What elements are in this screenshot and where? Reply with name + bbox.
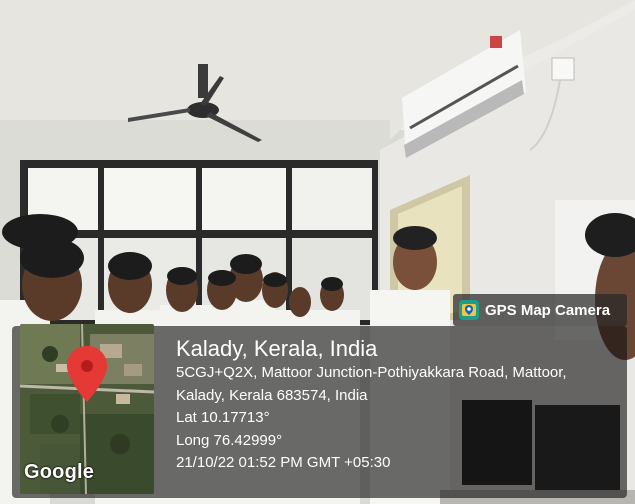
address-line-1: 5CGJ+Q2X, Mattoor Junction-Pothiyakkara … — [176, 364, 567, 381]
timestamp: 21/10/22 01:52 PM GMT +05:30 — [176, 454, 391, 471]
location-map-thumbnail: Google — [20, 324, 154, 494]
map-brand-label: Google — [24, 461, 95, 483]
longitude: Long 76.42999° — [176, 431, 283, 449]
latitude: Lat 10.17713° — [176, 409, 270, 426]
map-pin-icon — [67, 346, 107, 402]
location-city: Kalady, Kerala, India — [176, 336, 378, 361]
gps-map-camera-app-icon — [459, 300, 479, 320]
app-badge: GPS Map Camera — [453, 294, 627, 326]
address-line-2: Kalady, Kerala 683574, India — [176, 386, 368, 404]
app-badge-label: GPS Map Camera — [485, 301, 611, 319]
location-info: Kalady, Kerala, India 5CGJ+Q2X, Mattoor … — [176, 336, 567, 475]
